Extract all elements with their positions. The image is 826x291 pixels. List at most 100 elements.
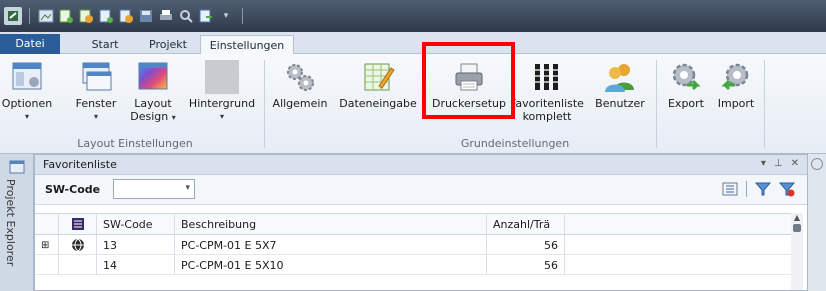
chevron-down-icon: ▾: [93, 112, 98, 121]
highlight-box: [422, 42, 515, 119]
import-button[interactable]: Import: [714, 60, 758, 110]
favoritenliste-label: Favoritenliste: [510, 97, 584, 110]
table-row[interactable]: 14 PC-CPM-01 E 5X10 56: [35, 255, 793, 275]
expand-icon[interactable]: ⊞: [35, 235, 59, 254]
data-entry-icon: [364, 63, 395, 91]
row-sw-code: 14: [97, 255, 175, 274]
import-label: Import: [717, 97, 755, 110]
right-dock-edge: [808, 154, 826, 291]
tab-einstellungen[interactable]: Einstellungen: [200, 35, 294, 55]
group-label-layout: Layout Einstellungen: [77, 137, 193, 150]
save-icon[interactable]: [137, 7, 155, 25]
explorer-icon: [9, 160, 25, 174]
tab-start[interactable]: Start: [82, 35, 128, 54]
column-chooser-header-icon[interactable]: [59, 214, 97, 234]
dateneingabe-button[interactable]: Dateneingabe: [339, 60, 417, 110]
new-doc-icon[interactable]: [97, 7, 115, 25]
user-doc-icon[interactable]: [117, 7, 135, 25]
allgemein-button[interactable]: Allgemein: [270, 60, 330, 110]
print-icon[interactable]: [157, 7, 175, 25]
chevron-down-icon: ▾: [24, 112, 29, 121]
toolbar-separator: [746, 181, 747, 197]
komplett-label: komplett: [522, 110, 572, 123]
users-icon: [605, 64, 634, 92]
optionen-button[interactable]: Optionen ▾: [2, 60, 52, 123]
sw-code-filter-bar: SW-Code ▾: [35, 175, 807, 205]
benutzer-label: Benutzer: [595, 97, 645, 110]
dateneingabe-label: Dateneingabe: [339, 97, 417, 110]
column-chooser-icon[interactable]: [722, 181, 738, 197]
column-header-beschreibung[interactable]: Beschreibung: [175, 214, 487, 234]
scroll-thumb[interactable]: [793, 224, 801, 232]
panel-header: Favoritenliste ▾ ⊥ ✕: [35, 155, 807, 175]
scroll-up-icon[interactable]: ▲: [791, 213, 803, 222]
filter-icon[interactable]: [755, 181, 771, 197]
tab-datei[interactable]: Datei: [0, 34, 60, 54]
title-bar: ▾: [0, 0, 826, 32]
separator: [242, 8, 243, 24]
favorites-panel: Favoritenliste ▾ ⊥ ✕ SW-Code ▾ SW-Code B…: [34, 154, 808, 291]
row-sw-code: 13: [97, 235, 175, 254]
clear-filter-icon[interactable]: [779, 181, 795, 197]
customize-dropdown-icon[interactable]: ▾: [217, 7, 235, 25]
design-label: Design ▾: [130, 110, 176, 123]
gear-import-icon: [721, 63, 749, 91]
row-beschreibung: PC-CPM-01 E 5X7: [175, 235, 487, 254]
favorites-grid: SW-Code Beschreibung Anzahl/Trä ⊞ 13 PC-…: [35, 213, 793, 275]
ribbon-tabs: Datei Start Projekt Einstellungen: [0, 32, 826, 55]
gears-icon: [287, 64, 314, 91]
grid-header: SW-Code Beschreibung Anzahl/Trä: [35, 213, 793, 235]
sw-code-combobox[interactable]: ▾: [113, 179, 195, 199]
optionen-label: Optionen: [1, 97, 53, 110]
chevron-down-icon: ▾: [219, 112, 224, 121]
panel-title: Favoritenliste: [43, 158, 117, 171]
app-menu-icon[interactable]: [4, 7, 22, 25]
fenster-label: Fenster: [75, 97, 117, 110]
project-explorer-sidebar[interactable]: Projekt Explorer: [0, 154, 34, 291]
export-button[interactable]: Export: [664, 60, 708, 110]
ribbon: Optionen ▾ Fenster ▾ Layout Design ▾ Hin…: [0, 54, 826, 154]
group-label-grundeinstellungen: Grundeinstellungen: [460, 137, 570, 150]
panel-menu-icon[interactable]: ▾: [761, 158, 766, 169]
layout-design-button[interactable]: Layout Design ▾: [128, 60, 178, 124]
group-separator: [264, 60, 265, 148]
row-anzahl: 56: [487, 235, 565, 254]
hintergrund-label: Hintergrund: [188, 97, 256, 110]
vertical-scrollbar[interactable]: ▲: [791, 213, 803, 290]
separator: [29, 8, 30, 24]
project-explorer-label: Projekt Explorer: [4, 179, 17, 267]
favoritenliste-komplett-button[interactable]: Favoritenliste komplett: [510, 60, 584, 123]
layout-label: Layout: [134, 97, 172, 110]
preview-icon[interactable]: [177, 7, 195, 25]
windows-icon: [82, 62, 112, 91]
tab-projekt[interactable]: Projekt: [140, 35, 196, 54]
export-label: Export: [667, 97, 704, 110]
chevron-down-icon: ▾: [185, 183, 190, 193]
user-add-icon[interactable]: [77, 7, 95, 25]
row-beschreibung: PC-CPM-01 E 5X10: [175, 255, 487, 274]
quick-access-toolbar: ▾: [4, 6, 248, 26]
table-row[interactable]: ⊞ 13 PC-CPM-01 E 5X7 56: [35, 235, 793, 255]
fenster-button[interactable]: Fenster ▾: [76, 60, 116, 123]
gear-export-icon: [672, 63, 701, 91]
row-anzahl: 56: [487, 255, 565, 274]
new-green-icon[interactable]: [57, 7, 75, 25]
close-icon[interactable]: ✕: [791, 158, 799, 169]
allgemein-label: Allgemein: [272, 97, 328, 110]
group-separator: [764, 60, 765, 148]
hintergrund-button[interactable]: Hintergrund ▾: [186, 60, 258, 123]
globe-icon: [59, 235, 97, 254]
export-icon[interactable]: [197, 7, 215, 25]
column-header-sw-code[interactable]: SW-Code: [97, 214, 175, 234]
background-icon: [205, 60, 239, 94]
benutzer-button[interactable]: Benutzer: [592, 60, 648, 110]
list-columns-icon: [535, 64, 558, 90]
column-header-anzahl[interactable]: Anzahl/Trä: [487, 214, 565, 234]
color-palette-icon: [138, 62, 168, 90]
options-window-icon: [12, 62, 42, 90]
group-separator: [656, 60, 657, 148]
collapse-icon[interactable]: [811, 158, 823, 170]
sw-code-label: SW-Code: [45, 183, 101, 196]
image-icon[interactable]: [37, 7, 55, 25]
pin-icon[interactable]: ⊥: [774, 158, 783, 169]
